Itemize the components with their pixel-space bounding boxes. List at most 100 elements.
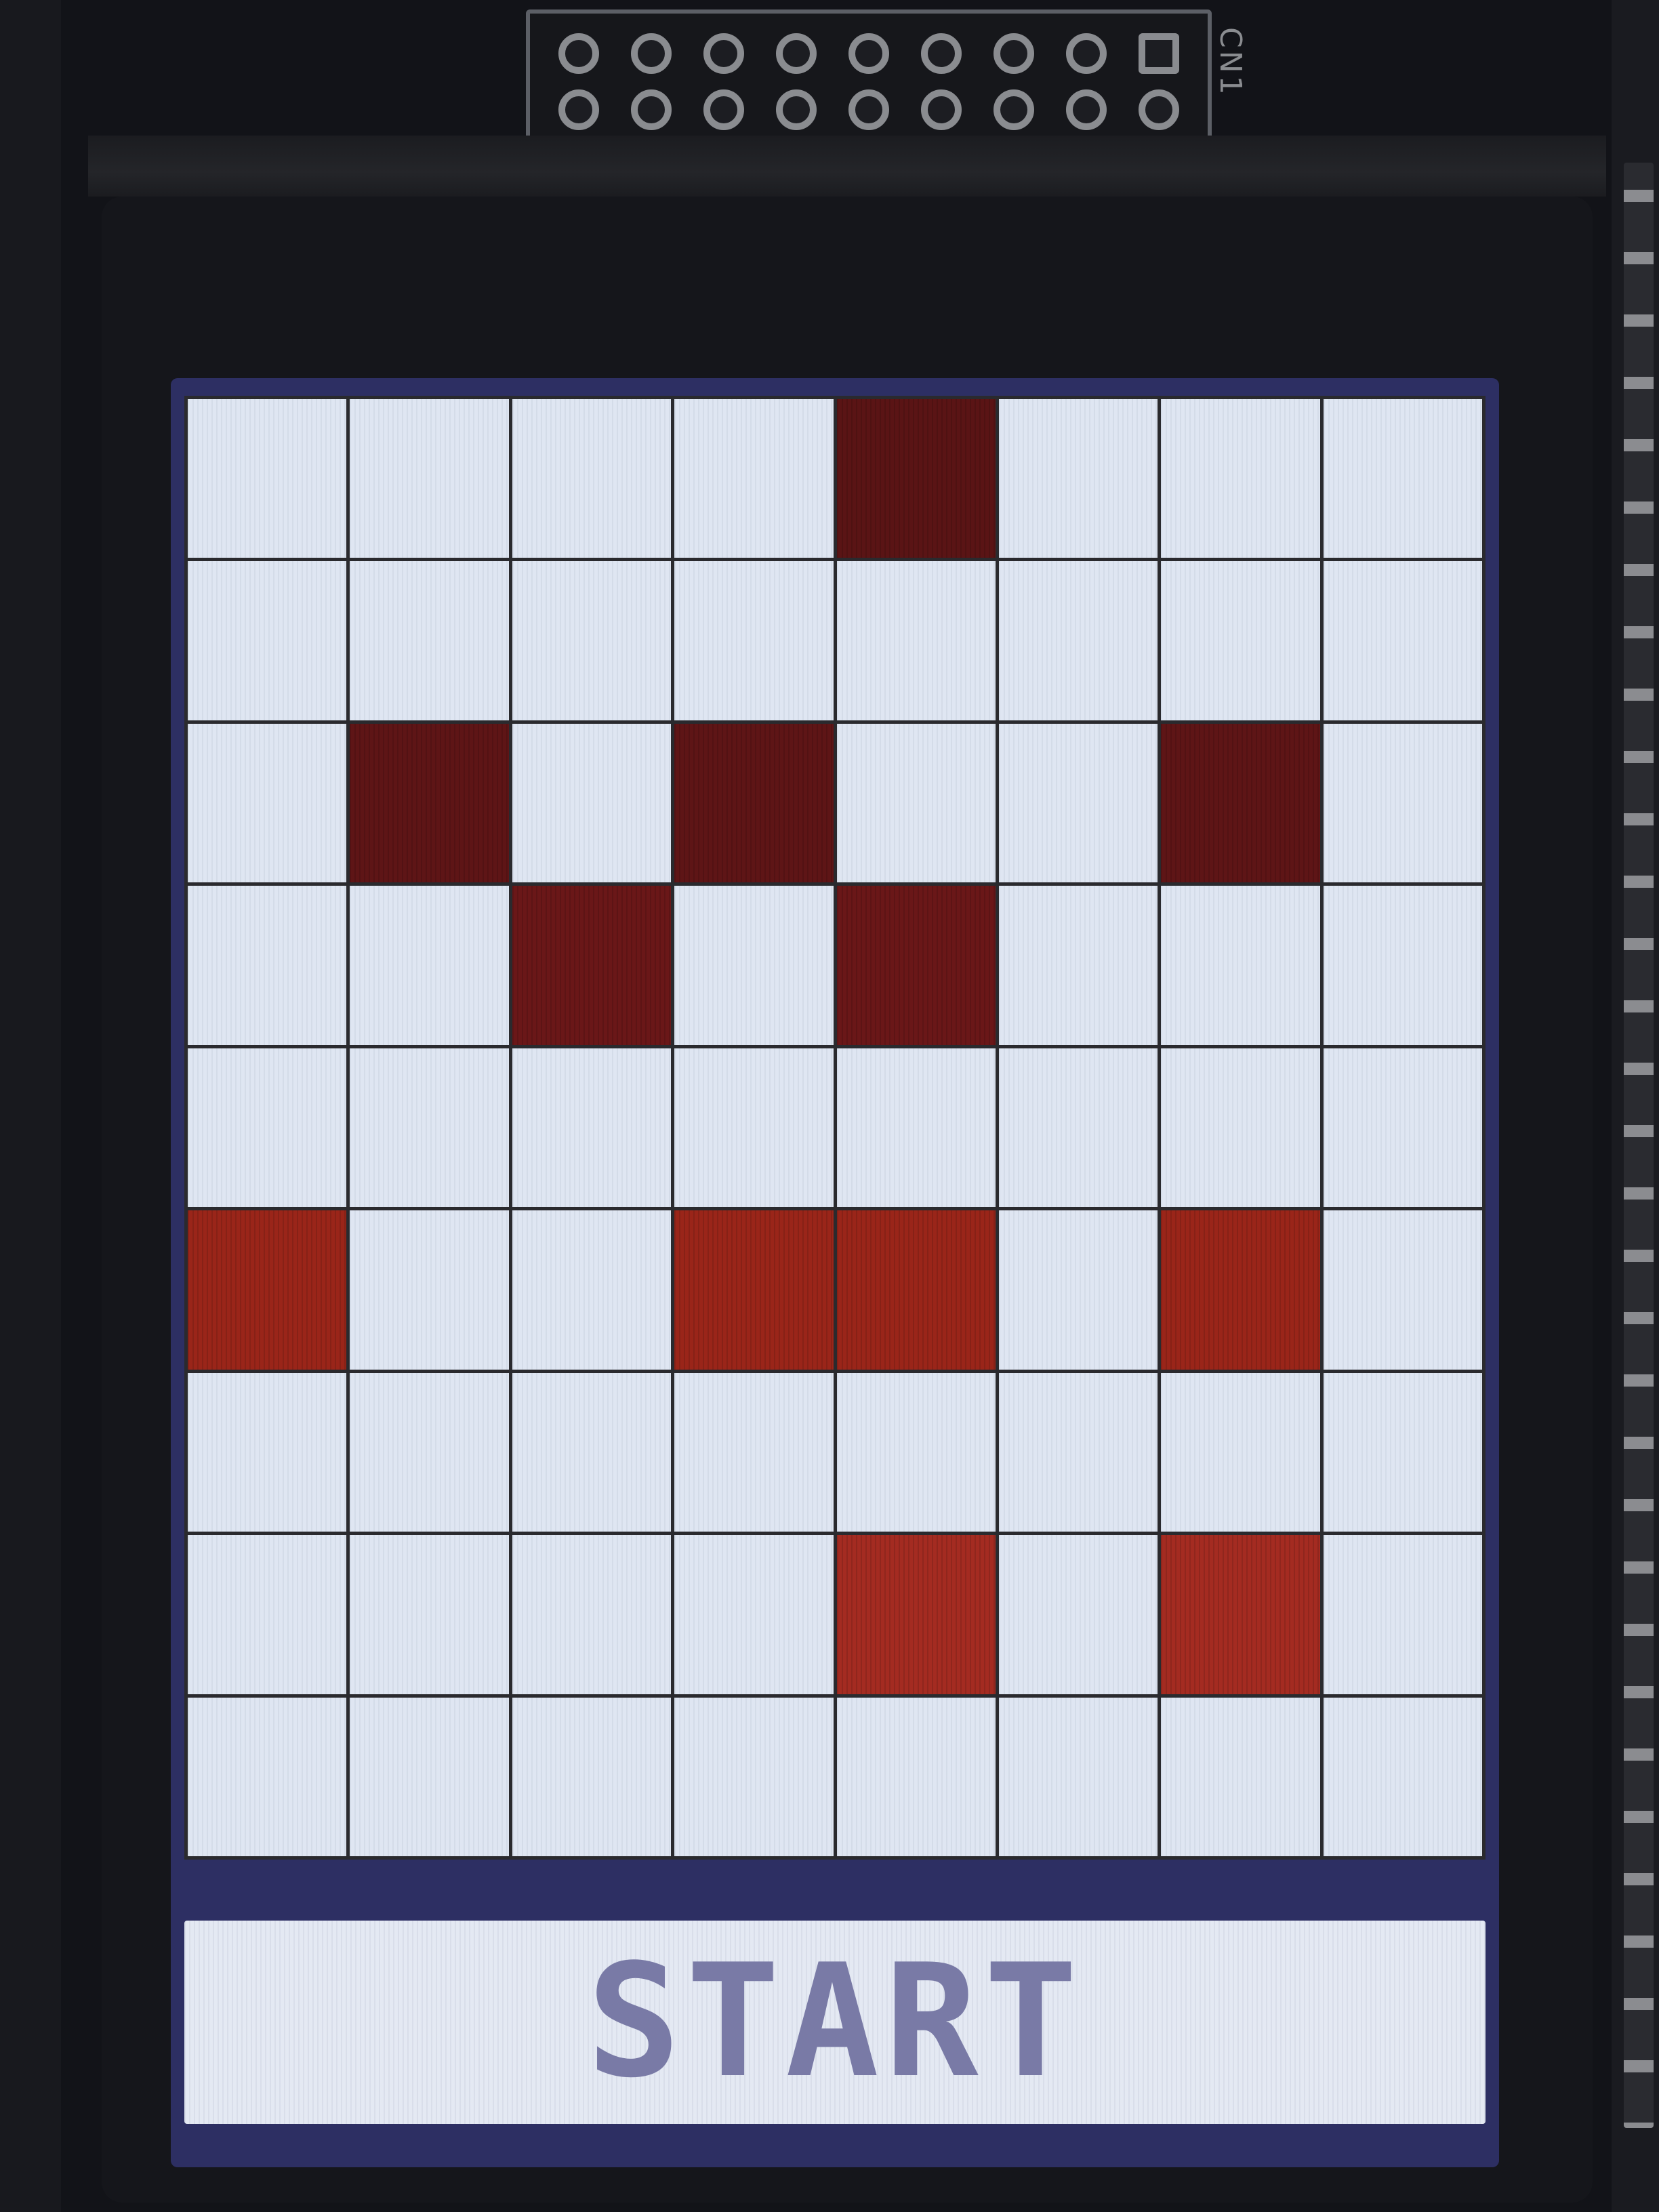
grid-cell-empty[interactable] (674, 1372, 834, 1532)
grid-cell-empty[interactable] (998, 1535, 1158, 1694)
header-pin (920, 33, 962, 74)
grid-cell-empty[interactable] (674, 1048, 834, 1208)
header-pin (993, 33, 1034, 74)
grid-cell-empty[interactable] (836, 1372, 996, 1532)
header-connector (526, 9, 1212, 153)
grid-cell-empty[interactable] (188, 561, 347, 720)
grid-cell-empty[interactable] (674, 399, 834, 558)
grid-cell-empty[interactable] (836, 1048, 996, 1208)
header-pin (1065, 89, 1107, 130)
board-left-edge (0, 0, 61, 2212)
pcb-silkscreen (88, 136, 1606, 197)
header-pin (848, 33, 889, 74)
header-pin (776, 89, 817, 130)
grid-cell-empty[interactable] (1323, 723, 1482, 883)
pin-strip (1624, 163, 1654, 2128)
grid-cell-empty[interactable] (1323, 1048, 1482, 1208)
grid-cell-empty[interactable] (1323, 886, 1482, 1045)
device-photo: CN1 START (0, 0, 1659, 2212)
grid-cell-empty[interactable] (512, 399, 672, 558)
grid-cell-filled[interactable] (674, 723, 834, 883)
grid-cell-empty[interactable] (836, 723, 996, 883)
grid-cell-filled[interactable] (350, 723, 509, 883)
grid-cell-empty[interactable] (188, 1535, 347, 1694)
grid-cell-empty[interactable] (1161, 399, 1320, 558)
grid-cell-empty[interactable] (998, 1048, 1158, 1208)
grid-cell-filled[interactable] (1161, 1535, 1320, 1694)
grid-cell-filled[interactable] (836, 399, 996, 558)
header-pin (703, 89, 745, 130)
grid-cell-empty[interactable] (998, 723, 1158, 883)
grid-cell-empty[interactable] (188, 1697, 347, 1856)
start-button-label: START (586, 1931, 1084, 2112)
grid-cell-filled[interactable] (836, 1535, 996, 1694)
grid-cell-empty[interactable] (1161, 886, 1320, 1045)
grid-cell-empty[interactable] (188, 1048, 347, 1208)
grid-cell-empty[interactable] (998, 399, 1158, 558)
grid-cell-empty[interactable] (188, 723, 347, 883)
grid-cell-empty[interactable] (674, 561, 834, 720)
grid-cell-empty[interactable] (512, 1048, 672, 1208)
grid-cell-empty[interactable] (674, 1535, 834, 1694)
grid-cell-empty[interactable] (1161, 1372, 1320, 1532)
grid-cell-empty[interactable] (512, 723, 672, 883)
header-pin (1065, 33, 1107, 74)
grid-cell-empty[interactable] (1323, 1697, 1482, 1856)
grid-cell-empty[interactable] (674, 1697, 834, 1856)
game-grid (184, 396, 1486, 1860)
grid-cell-empty[interactable] (1161, 561, 1320, 720)
grid-cell-empty[interactable] (998, 1210, 1158, 1370)
grid-cell-empty[interactable] (512, 1535, 672, 1694)
grid-cell-empty[interactable] (1161, 1048, 1320, 1208)
grid-cell-empty[interactable] (350, 1697, 509, 1856)
header-pin (631, 89, 672, 130)
grid-cell-empty[interactable] (674, 886, 834, 1045)
grid-cell-empty[interactable] (512, 1372, 672, 1532)
grid-cell-filled[interactable] (188, 1210, 347, 1370)
header-pin (558, 89, 600, 130)
grid-cell-empty[interactable] (188, 886, 347, 1045)
grid-cell-empty[interactable] (350, 1210, 509, 1370)
grid-cell-empty[interactable] (188, 399, 347, 558)
grid-cell-empty[interactable] (188, 1372, 347, 1532)
header-pin (703, 33, 745, 74)
grid-cell-empty[interactable] (350, 1372, 509, 1532)
grid-cell-empty[interactable] (1323, 1535, 1482, 1694)
grid-cell-empty[interactable] (350, 886, 509, 1045)
header-pin (848, 89, 889, 130)
grid-cell-empty[interactable] (512, 1210, 672, 1370)
lcd-screen: START (171, 378, 1499, 2167)
grid-cell-empty[interactable] (350, 1048, 509, 1208)
grid-cell-filled[interactable] (1161, 723, 1320, 883)
grid-cell-filled[interactable] (674, 1210, 834, 1370)
grid-cell-empty[interactable] (1161, 1697, 1320, 1856)
grid-cell-empty[interactable] (836, 1697, 996, 1856)
start-button[interactable]: START (184, 1921, 1486, 2124)
header-pin (920, 89, 962, 130)
grid-cell-empty[interactable] (998, 561, 1158, 720)
grid-cell-filled[interactable] (836, 1210, 996, 1370)
header-pin (993, 89, 1034, 130)
grid-cell-empty[interactable] (1323, 1372, 1482, 1532)
grid-cell-empty[interactable] (350, 561, 509, 720)
grid-cell-filled[interactable] (1161, 1210, 1320, 1370)
grid-cell-empty[interactable] (1323, 561, 1482, 720)
grid-cell-empty[interactable] (512, 561, 672, 720)
header-pin (1138, 89, 1179, 130)
grid-cell-empty[interactable] (512, 1697, 672, 1856)
grid-cell-filled[interactable] (512, 886, 672, 1045)
connector-label: CN1 (1213, 27, 1248, 98)
grid-cell-empty[interactable] (1323, 1210, 1482, 1370)
grid-cell-empty[interactable] (998, 1697, 1158, 1856)
header-pin (558, 33, 600, 74)
board-right-edge (1612, 0, 1659, 2212)
grid-cell-filled[interactable] (836, 886, 996, 1045)
grid-cell-empty[interactable] (998, 1372, 1158, 1532)
grid-cell-empty[interactable] (998, 886, 1158, 1045)
header-pin (1138, 33, 1179, 74)
grid-cell-empty[interactable] (350, 399, 509, 558)
header-pin (631, 33, 672, 74)
grid-cell-empty[interactable] (1323, 399, 1482, 558)
grid-cell-empty[interactable] (350, 1535, 509, 1694)
grid-cell-empty[interactable] (836, 561, 996, 720)
